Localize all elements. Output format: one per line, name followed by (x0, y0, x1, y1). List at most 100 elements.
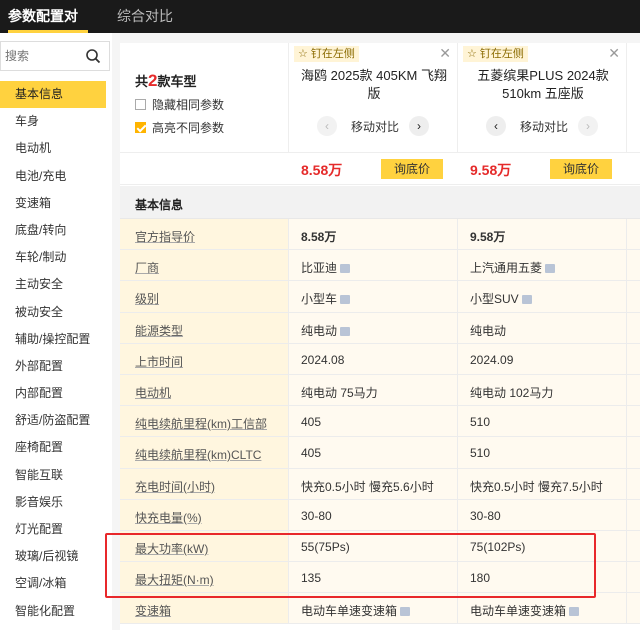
param-value-cell: 405 (289, 437, 458, 468)
param-value: 2024.08 (301, 352, 345, 367)
info-icon[interactable] (545, 264, 556, 274)
search-icon[interactable] (85, 48, 101, 64)
sidebar-item[interactable]: 内部配置 (0, 380, 112, 407)
table-row: 级别 小型车 小型SUV (120, 281, 640, 313)
table-row: 充电时间(小时) 快充0.5小时 慢充5.6小时 快充0.5小时 慢充7.5小时 (120, 468, 640, 500)
param-value: 405 (301, 446, 322, 461)
sidebar-item[interactable]: 电动机 (0, 135, 112, 162)
sidebar-item[interactable]: 变速箱 (0, 190, 112, 217)
param-label[interactable]: 级别 (135, 290, 159, 307)
table-row: 最大扭矩(N·m) 135 180 (120, 562, 640, 594)
param-label[interactable]: 变速箱 (135, 602, 171, 619)
param-label[interactable]: 最大功率(kW) (135, 540, 208, 557)
sidebar-item[interactable]: 底盘/转向 (0, 217, 112, 244)
param-value: 纯电动 75马力 (301, 385, 378, 400)
overflow-cell (627, 499, 640, 530)
info-icon[interactable] (340, 326, 351, 336)
info-icon[interactable] (569, 607, 580, 617)
search-input[interactable] (5, 46, 85, 66)
sidebar-item[interactable]: 辅助/操控配置 (0, 326, 112, 353)
table-row: 电动机 纯电动 75马力 纯电动 102马力 (120, 374, 640, 407)
param-value: 2024.09 (470, 352, 514, 367)
param-label-cell: 变速箱 (120, 593, 289, 624)
table-row: 快充电量(%) 30-80 30-80 (120, 499, 640, 531)
car-name: 五菱缤果PLUS 2024款 510km 五座版 (477, 68, 609, 101)
param-value: 405 (301, 415, 322, 430)
param-label[interactable]: 最大扭矩(N·m) (135, 571, 214, 588)
overflow-cell (627, 343, 640, 374)
pin-left-button[interactable]: ☆ 钉在左侧 (294, 46, 359, 62)
move-compare: ‹ 移动对比 › (486, 116, 601, 136)
param-value-cell: 纯电动 102马力 (458, 374, 627, 406)
param-label[interactable]: 纯电续航里程(km)CLTC (135, 446, 261, 463)
sidebar-list: 基本信息 车身 电动机 电池/充电 变速箱 底盘/转向 车轮/制动 主动安全 被动安全 辅助/操控… (0, 81, 112, 625)
sidebar-item[interactable]: 智能化配置 (0, 598, 112, 625)
info-icon[interactable] (340, 264, 351, 274)
model-count: 共2款车型 (135, 71, 197, 90)
chevron-left-icon[interactable]: ‹ (317, 116, 337, 136)
pin-left-button[interactable]: ☆ 钉在左侧 (463, 46, 528, 62)
info-icon[interactable] (521, 295, 532, 305)
sidebar-item[interactable]: 电池/充电 (0, 163, 112, 190)
info-icon[interactable] (400, 607, 411, 617)
sidebar-item[interactable]: 基本信息 (0, 81, 106, 109)
tab-overall-compare[interactable]: 综合对比 (117, 0, 177, 33)
hide-same-checkbox[interactable] (135, 99, 146, 110)
tab-param-compare[interactable]: 参数配置对比 (8, 0, 88, 56)
param-label[interactable]: 快充电量(%) (135, 509, 202, 526)
param-value: 电动车单速变速箱 (301, 602, 411, 619)
sidebar-item[interactable]: 玻璃/后视镜 (0, 543, 112, 570)
overflow-cell (627, 374, 640, 406)
sidebar-item[interactable]: 车身 (0, 108, 112, 135)
param-value-cell: 小型SUV (458, 281, 627, 312)
sidebar-item[interactable]: 外部配置 (0, 353, 112, 380)
overflow-cell (627, 250, 640, 281)
highlight-diff-checkbox[interactable] (135, 122, 146, 133)
sidebar-item[interactable]: 影音娱乐 (0, 489, 112, 516)
search-box (0, 41, 110, 71)
sidebar: 基本信息车身电动机电池/充电变速箱底盘/转向车轮/制动主动安全被动安全辅助/操控… (0, 33, 112, 630)
overflow-cell (627, 468, 640, 499)
chevron-left-icon[interactable]: ‹ (486, 116, 506, 136)
param-value-cell: 180 (458, 562, 627, 593)
price-bar: 8.58万 询底价 9.58万 询底价 (120, 153, 640, 185)
sidebar-item[interactable]: 舒适/防盗配置 (0, 407, 112, 434)
param-value: 180 (470, 571, 491, 586)
chevron-right-icon[interactable]: › (409, 116, 429, 136)
sidebar-item[interactable]: 灯光配置 (0, 516, 112, 543)
param-label[interactable]: 厂商 (135, 259, 159, 276)
sidebar-item[interactable]: 座椅配置 (0, 434, 112, 461)
param-label[interactable]: 官方指导价 (135, 228, 195, 245)
compare-header: 共2款车型 隐藏相同参数 高亮不同参数 ☆ 钉在左侧 ✕ 海鸥 2025款 40… (120, 43, 640, 153)
ask-price-button[interactable]: 询底价 (550, 159, 612, 179)
close-icon[interactable]: ✕ (608, 45, 620, 62)
car-1-price: 8.58万 (301, 162, 343, 178)
param-label-cell: 快充电量(%) (120, 499, 289, 530)
car-name: 海鸥 2025款 405KM 飞翔版 (301, 68, 447, 101)
param-label[interactable]: 上市时间 (135, 353, 183, 370)
sidebar-item[interactable]: 空调/冰箱 (0, 570, 112, 597)
hide-same-option[interactable]: 隐藏相同参数 (135, 97, 224, 113)
param-label[interactable]: 充电时间(小时) (135, 478, 215, 495)
sidebar-item[interactable]: 车轮/制动 (0, 244, 112, 271)
overflow-cell (627, 530, 640, 562)
close-icon[interactable]: ✕ (439, 45, 451, 62)
param-label[interactable]: 纯电续航里程(km)工信部 (135, 415, 267, 432)
param-label-cell: 能源类型 (120, 312, 289, 343)
chevron-right-icon[interactable]: › (578, 116, 598, 136)
param-value-cell: 510 (458, 437, 627, 468)
table-row: 纯电续航里程(km)工信部 405 510 (120, 406, 640, 438)
param-label[interactable]: 能源类型 (135, 322, 183, 339)
highlight-diff-option[interactable]: 高亮不同参数 (135, 120, 224, 136)
param-label[interactable]: 电动机 (135, 384, 171, 401)
param-value-cell: 9.58万 (458, 219, 627, 250)
param-label-cell: 纯电续航里程(km)工信部 (120, 406, 289, 437)
info-icon[interactable] (340, 295, 351, 305)
table-row: 厂商 比亚迪 上汽通用五菱 (120, 250, 640, 282)
sidebar-item[interactable]: 智能互联 (0, 462, 112, 489)
sidebar-item[interactable]: 主动安全 (0, 271, 112, 298)
sidebar-item[interactable]: 被动安全 (0, 299, 112, 326)
table-row: 纯电续航里程(km)CLTC 405 510 (120, 437, 640, 469)
ask-price-button[interactable]: 询底价 (381, 159, 443, 179)
param-label-cell: 纯电续航里程(km)CLTC (120, 437, 289, 468)
